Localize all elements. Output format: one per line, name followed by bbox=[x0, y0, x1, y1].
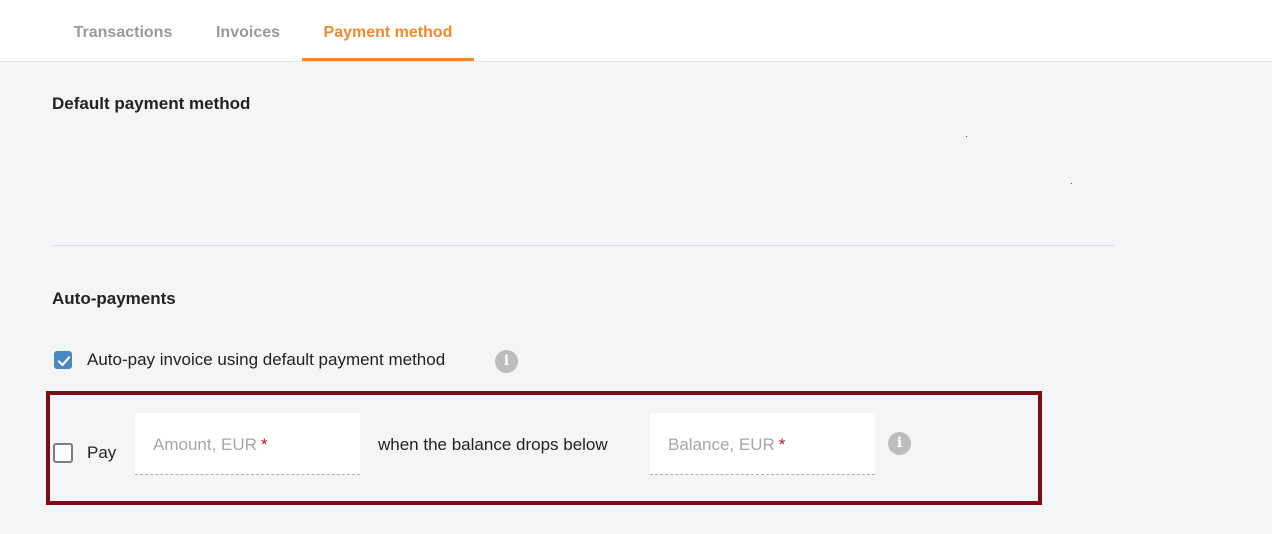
checkmark-icon bbox=[57, 356, 71, 367]
autopay-invoice-label: Auto-pay invoice using default payment m… bbox=[87, 350, 446, 369]
tab-transactions[interactable]: Transactions bbox=[60, 0, 186, 61]
balance-condition-text: when the balance drops below bbox=[378, 435, 608, 454]
default-payment-method-title: Default payment method bbox=[52, 94, 251, 113]
autopay-invoice-checkbox[interactable] bbox=[54, 351, 72, 369]
info-icon[interactable]: i bbox=[888, 432, 911, 455]
section-divider bbox=[52, 245, 1114, 246]
threshold-autopay-checkbox[interactable] bbox=[53, 443, 73, 463]
stray-dot bbox=[966, 136, 967, 137]
stray-dot bbox=[1071, 183, 1072, 184]
balance-input[interactable]: Balance, EUR * bbox=[650, 413, 875, 475]
amount-input[interactable]: Amount, EUR * bbox=[135, 413, 360, 475]
auto-payments-title: Auto-payments bbox=[52, 289, 176, 308]
tab-payment-method[interactable]: Payment method bbox=[302, 0, 474, 61]
balance-placeholder: Balance, EUR * bbox=[668, 435, 786, 454]
required-marker: * bbox=[260, 435, 268, 454]
required-marker: * bbox=[778, 435, 786, 454]
info-icon[interactable]: i bbox=[495, 350, 518, 373]
pay-label: Pay bbox=[87, 443, 117, 462]
amount-placeholder: Amount, EUR * bbox=[153, 435, 268, 454]
active-tab-indicator bbox=[302, 58, 474, 61]
tab-invoices[interactable]: Invoices bbox=[200, 0, 296, 61]
tab-bar: Transactions Invoices Payment method bbox=[0, 0, 1272, 62]
